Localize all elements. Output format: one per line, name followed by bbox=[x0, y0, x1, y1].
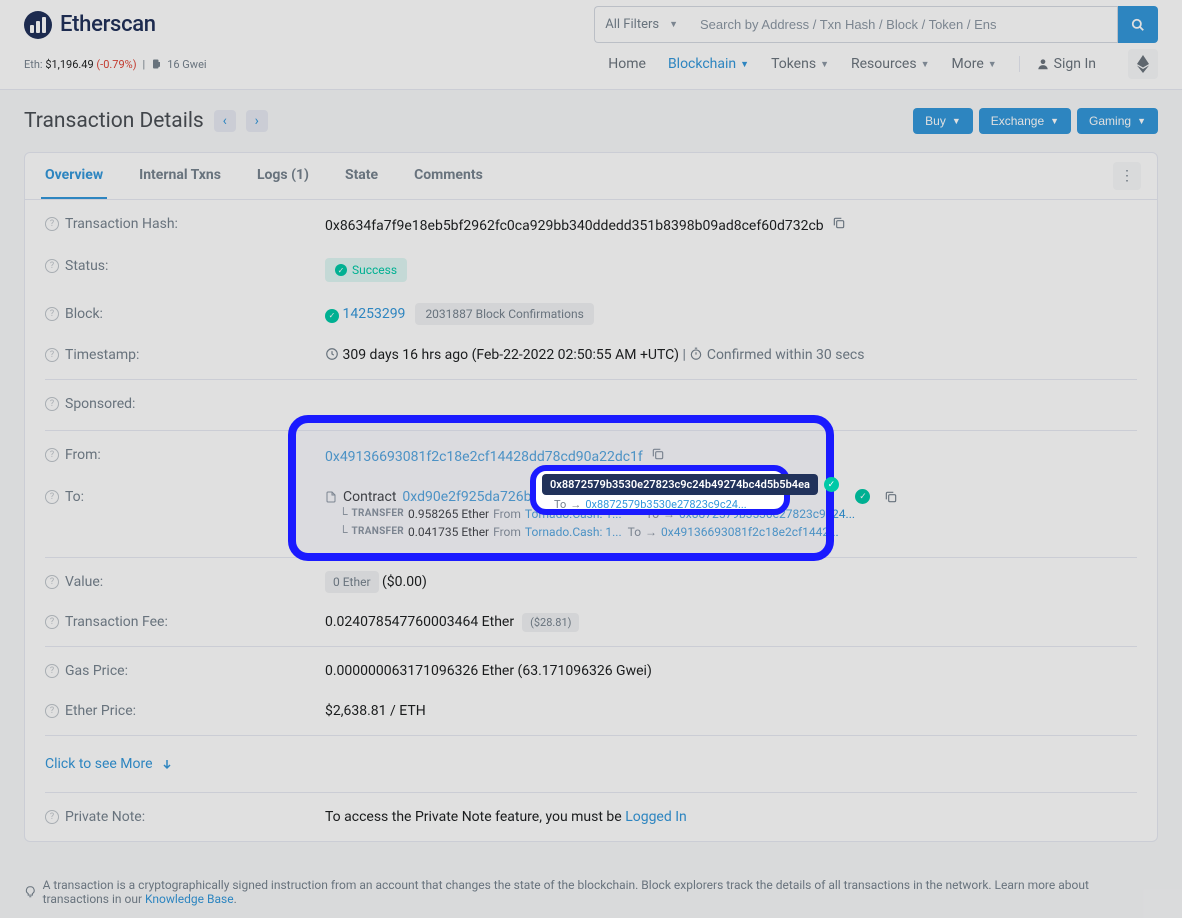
gwei-value: 16 Gwei bbox=[167, 58, 206, 71]
user-icon bbox=[1036, 57, 1050, 71]
eth-price-label: Eth: $1,196.49 (-0.79%) bbox=[24, 58, 137, 71]
label-fee: Transaction Fee: bbox=[65, 614, 168, 630]
arrow-down-icon bbox=[161, 758, 173, 770]
label-timestamp: Timestamp: bbox=[65, 347, 139, 363]
tab-more-button[interactable]: ⋮ bbox=[1113, 162, 1141, 190]
label-value: Value: bbox=[65, 574, 103, 590]
label-status: Status: bbox=[65, 258, 108, 274]
gas-value: 0.000000063171096326 Ether (63.171096326… bbox=[325, 663, 1137, 679]
nav-blockchain[interactable]: Blockchain▼ bbox=[668, 56, 749, 72]
fee-value: 0.024078547760003464 Ether bbox=[325, 614, 514, 630]
copy-icon[interactable] bbox=[651, 447, 665, 461]
logo-text: Etherscan bbox=[60, 12, 156, 37]
stopwatch-icon bbox=[689, 347, 703, 361]
clock-icon bbox=[325, 347, 339, 361]
transfer2-from-link[interactable]: Tornado.Cash: 1... bbox=[525, 525, 622, 539]
next-txn-button[interactable]: › bbox=[246, 110, 268, 132]
search-button[interactable] bbox=[1118, 6, 1158, 43]
help-icon[interactable]: ? bbox=[45, 259, 59, 273]
lightbulb-icon bbox=[24, 885, 37, 899]
logo-icon bbox=[24, 11, 52, 39]
ether-price-value: $2,638.81 / ETH bbox=[325, 703, 1137, 719]
label-sponsored: Sponsored: bbox=[65, 396, 135, 412]
eth-network-badge[interactable] bbox=[1128, 49, 1158, 79]
search-filter-dropdown[interactable]: All Filters ▼ bbox=[594, 6, 688, 43]
tab-comments[interactable]: Comments bbox=[410, 153, 487, 199]
help-icon[interactable]: ? bbox=[45, 490, 59, 504]
see-more-button[interactable]: Click to see More bbox=[25, 740, 1157, 788]
label-ether-price: Ether Price: bbox=[65, 703, 136, 719]
gaming-button[interactable]: Gaming▼ bbox=[1077, 108, 1158, 134]
tab-internal[interactable]: Internal Txns bbox=[135, 153, 225, 199]
copy-icon[interactable] bbox=[884, 490, 898, 504]
help-icon[interactable]: ? bbox=[45, 575, 59, 589]
label-hash: Transaction Hash: bbox=[65, 216, 178, 232]
label-from: From: bbox=[65, 447, 101, 463]
nav-more[interactable]: More▼ bbox=[952, 56, 997, 72]
label-gas: Gas Price: bbox=[65, 663, 128, 679]
copy-icon[interactable] bbox=[832, 216, 846, 230]
timestamp-value: 309 days 16 hrs ago (Feb-22-2022 02:50:5… bbox=[342, 347, 678, 363]
label-private-note: Private Note: bbox=[65, 809, 145, 825]
highlight-inner: 0x8872579b3530e27823c9c24b49274bc4d5b5b4… bbox=[530, 465, 790, 515]
nav-home[interactable]: Home bbox=[608, 56, 646, 72]
check-icon: ✓ bbox=[855, 489, 870, 504]
tooltip-to-link[interactable]: 0x8872579b3530e27823c9c24... bbox=[585, 498, 746, 511]
contract-label: Contract bbox=[343, 489, 396, 505]
chevron-down-icon: ▼ bbox=[669, 19, 678, 30]
buy-button[interactable]: Buy▼ bbox=[913, 108, 973, 134]
search-filter-label: All Filters bbox=[605, 17, 659, 32]
help-icon[interactable]: ? bbox=[45, 810, 59, 824]
tab-state[interactable]: State bbox=[341, 153, 382, 199]
logo[interactable]: Etherscan bbox=[24, 11, 156, 39]
txn-hash: 0x8634fa7f9e18eb5bf2962fc0ca929bb340dded… bbox=[325, 218, 824, 234]
help-icon[interactable]: ? bbox=[45, 704, 59, 718]
transfer2-to-link[interactable]: 0x49136693081f2c18e2cf1442... bbox=[661, 525, 839, 539]
value-eth: 0 Ether bbox=[325, 571, 379, 593]
from-address-link[interactable]: 0x49136693081f2c18e2cf14428dd78cd90a22dc… bbox=[325, 449, 643, 465]
search-input[interactable] bbox=[688, 6, 1118, 43]
block-link[interactable]: 14253299 bbox=[342, 306, 405, 322]
sign-in[interactable]: Sign In bbox=[1019, 56, 1096, 72]
knowledge-base-link[interactable]: Knowledge Base bbox=[145, 892, 234, 906]
private-note-text: To access the Private Note feature, you … bbox=[325, 809, 625, 825]
label-block: Block: bbox=[65, 306, 103, 322]
status-badge: ✓Success bbox=[325, 258, 407, 282]
exchange-button[interactable]: Exchange▼ bbox=[979, 108, 1071, 134]
confirmed-within: Confirmed within 30 secs bbox=[707, 347, 865, 363]
logged-in-link[interactable]: Logged In bbox=[625, 809, 687, 825]
help-icon[interactable]: ? bbox=[45, 448, 59, 462]
help-icon[interactable]: ? bbox=[45, 217, 59, 231]
check-icon: ✓ bbox=[824, 477, 839, 492]
check-icon: ✓ bbox=[335, 264, 347, 276]
value-usd: ($0.00) bbox=[382, 574, 427, 590]
nav-tokens[interactable]: Tokens▼ bbox=[771, 56, 829, 72]
help-icon[interactable]: ? bbox=[45, 397, 59, 411]
transfer-row-2: └TRANSFER 0.041735 Ether From Tornado.Ca… bbox=[325, 523, 1137, 541]
prev-txn-button[interactable]: ‹ bbox=[214, 110, 236, 132]
help-icon[interactable]: ? bbox=[45, 307, 59, 321]
tab-logs[interactable]: Logs (1) bbox=[253, 153, 313, 199]
label-to: To: bbox=[65, 489, 84, 505]
page-title: Transaction Details bbox=[24, 109, 204, 133]
document-icon bbox=[325, 490, 337, 504]
tab-overview[interactable]: Overview bbox=[41, 153, 107, 199]
check-icon: ✓ bbox=[325, 309, 339, 323]
gas-icon bbox=[151, 58, 163, 70]
ethereum-icon bbox=[1137, 55, 1149, 73]
help-icon[interactable]: ? bbox=[45, 348, 59, 362]
search-icon bbox=[1131, 18, 1145, 32]
confirmations-badge: 2031887 Block Confirmations bbox=[415, 303, 593, 325]
tooltip-address: 0x8872579b3530e27823c9c24b49274bc4d5b5b4… bbox=[542, 474, 818, 495]
nav-resources[interactable]: Resources▼ bbox=[851, 56, 930, 72]
help-icon[interactable]: ? bbox=[45, 664, 59, 678]
help-icon[interactable]: ? bbox=[45, 615, 59, 629]
fee-usd: ($28.81) bbox=[522, 613, 579, 632]
